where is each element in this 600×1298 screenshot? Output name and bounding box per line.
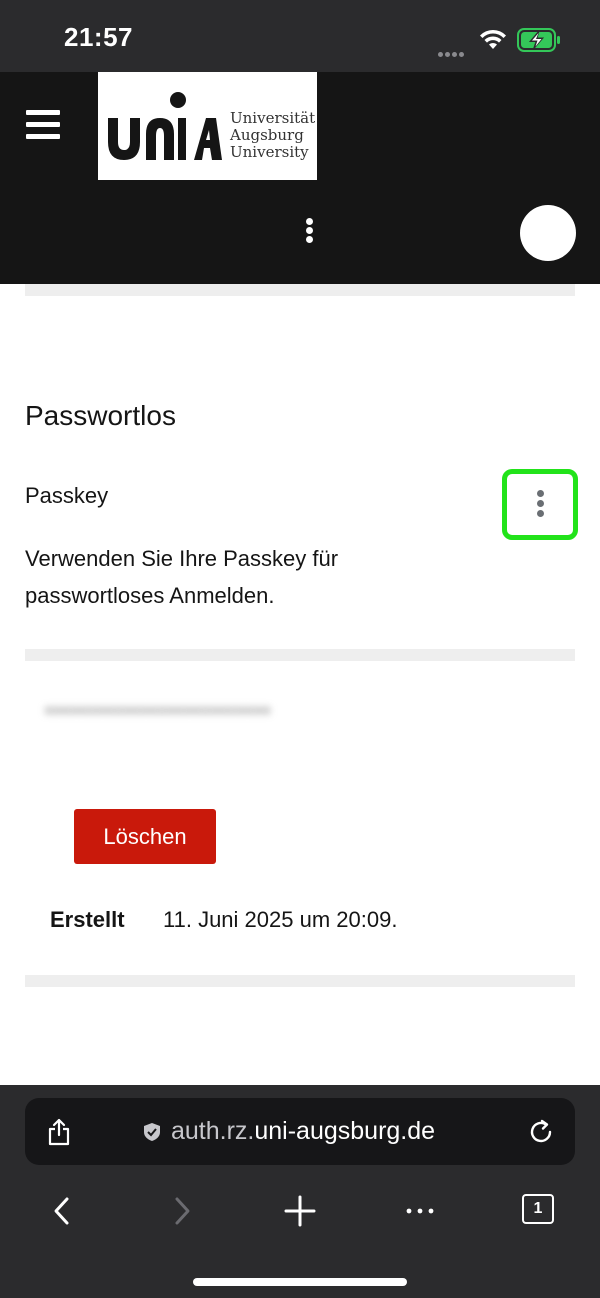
app-header: Universität Augsburg University bbox=[0, 72, 600, 284]
passkey-description: Verwenden Sie Ihre Passkey für passwortl… bbox=[25, 546, 339, 608]
browser-toolbar: auth.rz.uni-augsburg.de 1 bbox=[0, 1085, 600, 1298]
kebab-menu-icon bbox=[535, 490, 545, 520]
shield-icon bbox=[144, 1123, 160, 1141]
created-value: 11. Juni 2025 um 20:09. bbox=[163, 907, 398, 932]
passkey-title: Passkey bbox=[25, 483, 109, 508]
university-logo[interactable]: Universität Augsburg University bbox=[98, 72, 317, 180]
address-bar[interactable]: auth.rz.uni-augsburg.de bbox=[25, 1098, 575, 1165]
share-icon[interactable] bbox=[47, 1118, 71, 1146]
delete-button[interactable]: Löschen bbox=[74, 809, 216, 864]
status-bar: 21:57 bbox=[0, 0, 600, 72]
reload-icon[interactable] bbox=[528, 1119, 554, 1145]
avatar[interactable] bbox=[520, 205, 576, 261]
divider bbox=[25, 975, 575, 987]
passkey-name-blurred: •••••••••••••••••••••••••• bbox=[45, 698, 272, 723]
hamburger-menu-icon[interactable] bbox=[26, 110, 60, 140]
logo-text: Universität Augsburg University bbox=[230, 109, 316, 161]
browser-nav-row: 1 bbox=[0, 1189, 600, 1229]
passkey-kebab-button[interactable] bbox=[502, 469, 578, 540]
back-icon[interactable] bbox=[50, 1195, 74, 1227]
forward-icon[interactable] bbox=[170, 1195, 194, 1227]
status-time: 21:57 bbox=[64, 22, 133, 52]
created-label: Erstellt bbox=[50, 907, 125, 932]
battery-charging-icon bbox=[517, 28, 560, 52]
divider bbox=[25, 284, 575, 296]
uni-logo-mark bbox=[108, 92, 222, 160]
divider bbox=[25, 649, 575, 661]
plus-icon[interactable] bbox=[284, 1195, 316, 1227]
section-title: Passwortlos bbox=[25, 400, 176, 431]
wifi-icon bbox=[480, 29, 506, 49]
cellular-signal-icon bbox=[438, 44, 466, 62]
more-icon[interactable] bbox=[404, 1199, 436, 1223]
tabs-icon[interactable]: 1 bbox=[522, 1194, 554, 1224]
header-kebab-menu-icon[interactable] bbox=[298, 218, 320, 248]
home-indicator bbox=[193, 1278, 407, 1286]
url-text[interactable]: auth.rz.uni-augsburg.de bbox=[171, 1117, 435, 1146]
